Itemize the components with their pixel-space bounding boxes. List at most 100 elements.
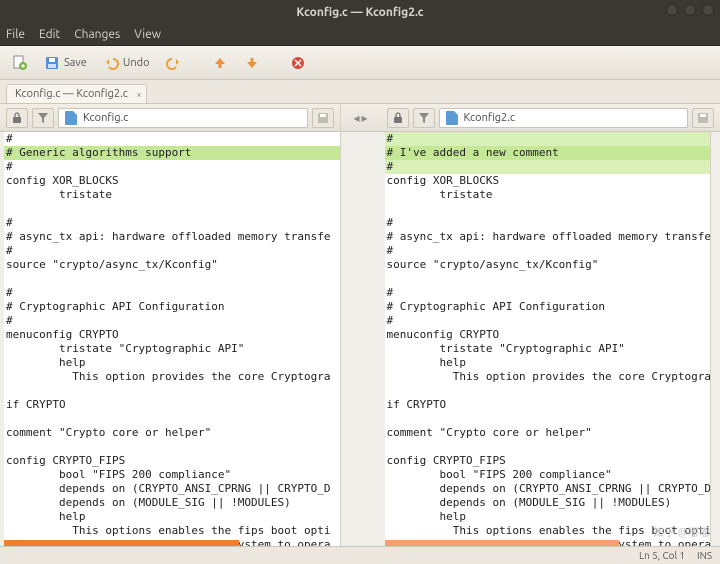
filter-icon bbox=[419, 112, 429, 124]
code-line: source "crypto/async_tx/Kconfig" bbox=[385, 258, 720, 272]
save-button[interactable]: Save bbox=[38, 52, 93, 74]
save-label: Save bbox=[64, 57, 87, 69]
stop-button[interactable] bbox=[284, 52, 312, 74]
code-line: This option provides the core Cryptogra bbox=[385, 370, 720, 384]
code-line: # I've added a new comment✖ bbox=[385, 146, 720, 160]
right-scroll-indicator bbox=[385, 540, 620, 546]
code-line: tristate bbox=[4, 188, 340, 202]
undo-button[interactable]: Undo bbox=[97, 52, 156, 74]
code-line: # Cryptographic API Configuration bbox=[385, 300, 720, 314]
left-file-chooser[interactable]: Kconfig.c bbox=[58, 108, 308, 128]
code-line: # bbox=[385, 314, 720, 328]
code-line: bool "FIPS 200 compliance" bbox=[385, 468, 720, 482]
code-line: if CRYPTO bbox=[385, 398, 720, 412]
right-pane: Kconfig2.c ## I've added a new comment✖#… bbox=[381, 104, 720, 546]
code-line: # bbox=[385, 244, 720, 258]
code-line: # bbox=[385, 132, 720, 146]
filter-button-right[interactable] bbox=[413, 108, 435, 128]
code-line: This option provides the core Cryptogra bbox=[4, 370, 340, 384]
disk-icon bbox=[317, 112, 329, 124]
next-change-button[interactable] bbox=[238, 52, 266, 74]
left-code-view[interactable]: ## Generic algorithms support#config XOR… bbox=[0, 132, 340, 546]
prev-change-button[interactable] bbox=[206, 52, 234, 74]
code-line: depends on (CRYPTO_ANSI_CPRNG || CRYPTO_… bbox=[4, 482, 340, 496]
code-line: config CRYPTO_FIPS bbox=[385, 454, 720, 468]
lock-button-left[interactable] bbox=[6, 108, 28, 128]
push-right-icon[interactable]: ▸ bbox=[362, 111, 368, 125]
code-line: tristate bbox=[385, 188, 720, 202]
tab-diff[interactable]: Kconfig.c — Kconfig2.c × bbox=[6, 84, 147, 103]
code-line: # bbox=[4, 160, 340, 174]
code-line: depends on (MODULE_SIG || !MODULES) bbox=[4, 496, 340, 510]
code-line: # bbox=[4, 244, 340, 258]
code-line: depends on (MODULE_SIG || !MODULES) bbox=[385, 496, 720, 510]
tab-close-icon[interactable]: × bbox=[136, 89, 142, 100]
tab-label: Kconfig.c — Kconfig2.c bbox=[15, 88, 128, 100]
code-line: help bbox=[385, 356, 720, 370]
menu-view[interactable]: View bbox=[134, 28, 161, 41]
left-save-file-button[interactable] bbox=[312, 108, 334, 128]
menu-file[interactable]: File bbox=[6, 28, 25, 41]
link-column: ◂ ▸ bbox=[341, 104, 381, 546]
right-save-file-button[interactable] bbox=[692, 108, 714, 128]
code-line: This options enables the fips boot opti bbox=[4, 524, 340, 538]
diff-area: Kconfig.c ## Generic algorithms support#… bbox=[0, 104, 720, 546]
right-file-chooser[interactable]: Kconfig2.c bbox=[439, 108, 689, 128]
file-icon bbox=[65, 111, 77, 125]
window-controls bbox=[666, 4, 714, 16]
code-line: # Cryptographic API Configuration bbox=[4, 300, 340, 314]
overview-gutter[interactable] bbox=[710, 132, 720, 546]
lock-button-right[interactable] bbox=[387, 108, 409, 128]
redo-icon bbox=[166, 55, 182, 71]
new-button[interactable] bbox=[6, 52, 34, 74]
tabbar: Kconfig.c — Kconfig2.c × bbox=[0, 80, 720, 104]
code-line: menuconfig CRYPTO bbox=[385, 328, 720, 342]
maximize-button[interactable] bbox=[684, 4, 696, 16]
save-icon bbox=[44, 55, 60, 71]
code-line bbox=[385, 384, 720, 398]
code-line: # Generic algorithms support bbox=[4, 146, 340, 160]
code-line bbox=[4, 384, 340, 398]
code-line bbox=[385, 412, 720, 426]
stop-icon bbox=[290, 55, 306, 71]
code-line: # async_tx api: hardware offloaded memor… bbox=[4, 230, 340, 244]
filter-button-left[interactable] bbox=[32, 108, 54, 128]
code-line: depends on (CRYPTO_ANSI_CPRNG || CRYPTO_… bbox=[385, 482, 720, 496]
menu-edit[interactable]: Edit bbox=[39, 28, 60, 41]
code-line: bool "FIPS 200 compliance" bbox=[4, 468, 340, 482]
code-line: # async_tx api: hardware offloaded memor… bbox=[385, 230, 720, 244]
right-file-name: Kconfig2.c bbox=[464, 112, 516, 124]
new-icon bbox=[12, 55, 28, 71]
code-line: help bbox=[4, 510, 340, 524]
code-line: config XOR_BLOCKS bbox=[385, 174, 720, 188]
insert-mode: INS bbox=[697, 550, 712, 561]
toolbar: Save Undo bbox=[0, 46, 720, 80]
file-icon bbox=[446, 111, 458, 125]
window-title: Kconfig.c — Kconfig2.c bbox=[296, 6, 423, 19]
code-line bbox=[4, 272, 340, 286]
cursor-position: Ln 5, Col 1 bbox=[639, 550, 685, 561]
code-line bbox=[385, 440, 720, 454]
menu-changes[interactable]: Changes bbox=[74, 28, 120, 41]
undo-icon bbox=[103, 55, 119, 71]
code-line: # bbox=[385, 216, 720, 230]
code-line: comment "Crypto core or helper" bbox=[385, 426, 720, 440]
code-line: menuconfig CRYPTO bbox=[4, 328, 340, 342]
code-line: # bbox=[4, 286, 340, 300]
redo-button[interactable] bbox=[160, 52, 188, 74]
filter-icon bbox=[38, 112, 48, 124]
code-line: # bbox=[385, 160, 720, 174]
code-line: config CRYPTO_FIPS bbox=[4, 454, 340, 468]
code-line: # bbox=[4, 132, 340, 146]
code-line: # bbox=[4, 216, 340, 230]
close-window-button[interactable] bbox=[702, 4, 714, 16]
lock-icon bbox=[393, 112, 403, 124]
right-code-view[interactable]: ## I've added a new comment✖#config XOR_… bbox=[381, 132, 720, 546]
push-left-icon[interactable]: ◂ bbox=[353, 111, 359, 125]
code-line bbox=[385, 202, 720, 216]
arrow-down-icon bbox=[244, 55, 260, 71]
code-line bbox=[4, 440, 340, 454]
code-line: # bbox=[385, 286, 720, 300]
minimize-button[interactable] bbox=[666, 4, 678, 16]
code-line: This options enables the fips boot opti bbox=[385, 524, 720, 538]
